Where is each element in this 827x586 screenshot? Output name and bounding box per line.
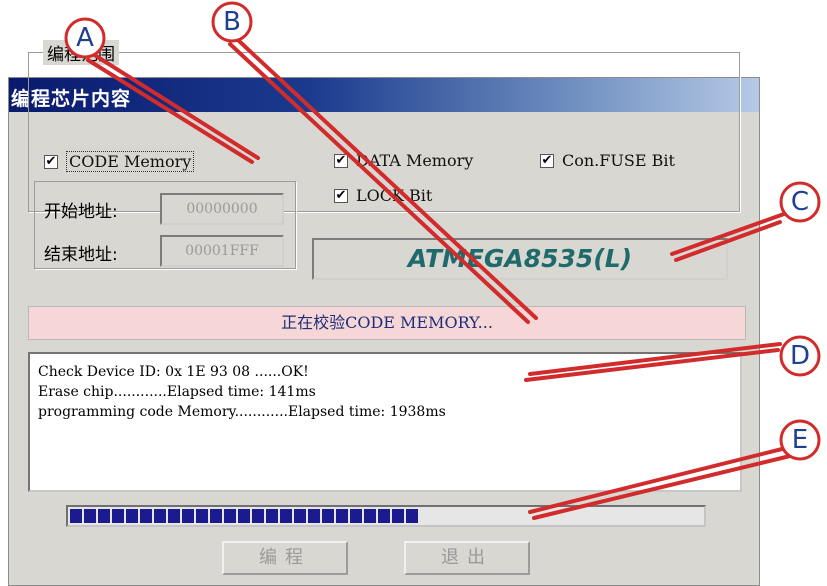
progress-segment — [70, 509, 82, 523]
progress-segment — [196, 509, 208, 523]
start-address-field[interactable]: 00000000 — [160, 193, 284, 225]
progress-segment — [406, 509, 418, 523]
log-line: Erase chip............Elapsed time: 141m… — [38, 384, 316, 400]
lock-bit-checkbox[interactable]: ✔ LOCK Bit — [334, 186, 432, 205]
program-range-legend: 编程范围 — [43, 40, 119, 65]
chip-name-display: ATMEGA8535(L) — [312, 238, 728, 280]
progress-segment — [140, 509, 152, 523]
callout-circle-c — [779, 181, 821, 223]
progress-segment — [238, 509, 250, 523]
progress-segment — [112, 509, 124, 523]
progress-segment — [322, 509, 334, 523]
progress-segment — [154, 509, 166, 523]
progress-segment — [378, 509, 390, 523]
progress-segment — [252, 509, 264, 523]
progress-segment — [84, 509, 96, 523]
lock-bit-label: LOCK Bit — [356, 186, 433, 205]
progress-bar — [66, 505, 706, 527]
progress-segment — [392, 509, 404, 523]
end-address-field[interactable]: 00001FFF — [160, 235, 284, 267]
callout-b-label: B — [223, 7, 241, 37]
end-address-label: 结束地址: — [44, 245, 118, 265]
check-icon: ✔ — [334, 153, 348, 168]
progress-segment — [280, 509, 292, 523]
callout-c-label: C — [790, 187, 810, 217]
check-icon: ✔ — [334, 188, 348, 203]
log-line: programming code Memory............Elaps… — [38, 404, 446, 420]
check-icon: ✔ — [540, 153, 554, 168]
code-memory-checkbox[interactable]: ✔ CODE Memory — [44, 151, 195, 172]
progress-segment — [126, 509, 138, 523]
progress-segment — [336, 509, 348, 523]
log-line: Check Device ID: 0x 1E 93 08 ......OK! — [38, 364, 309, 380]
progress-segment — [210, 509, 222, 523]
data-memory-checkbox[interactable]: ✔ DATA Memory — [334, 151, 473, 170]
callout-d-label: D — [789, 341, 811, 371]
con-fuse-label: Con.FUSE Bit — [562, 151, 675, 170]
callout-circle-d — [779, 335, 821, 377]
progress-segment — [168, 509, 180, 523]
callout-circle-e — [779, 419, 821, 461]
progress-segment — [98, 509, 110, 523]
progress-segment — [266, 509, 278, 523]
start-address-label: 开始地址: — [44, 202, 118, 222]
check-icon: ✔ — [44, 154, 58, 169]
callout-e-label: E — [791, 425, 809, 455]
status-message: 正在校验CODE MEMORY... — [28, 306, 746, 340]
con-fuse-checkbox[interactable]: ✔ Con.FUSE Bit — [540, 151, 675, 170]
program-button[interactable]: 编程 — [222, 541, 348, 575]
progress-segment — [364, 509, 376, 523]
progress-segment — [294, 509, 306, 523]
progress-segment — [308, 509, 320, 523]
exit-button[interactable]: 退出 — [404, 541, 530, 575]
log-textbox[interactable]: Check Device ID: 0x 1E 93 08 ......OK! E… — [28, 352, 742, 492]
data-memory-label: DATA Memory — [356, 151, 474, 170]
callout-circle-b — [211, 1, 253, 43]
progress-segment — [350, 509, 362, 523]
progress-segment — [224, 509, 236, 523]
progress-segment — [182, 509, 194, 523]
code-memory-label: CODE Memory — [66, 151, 195, 172]
